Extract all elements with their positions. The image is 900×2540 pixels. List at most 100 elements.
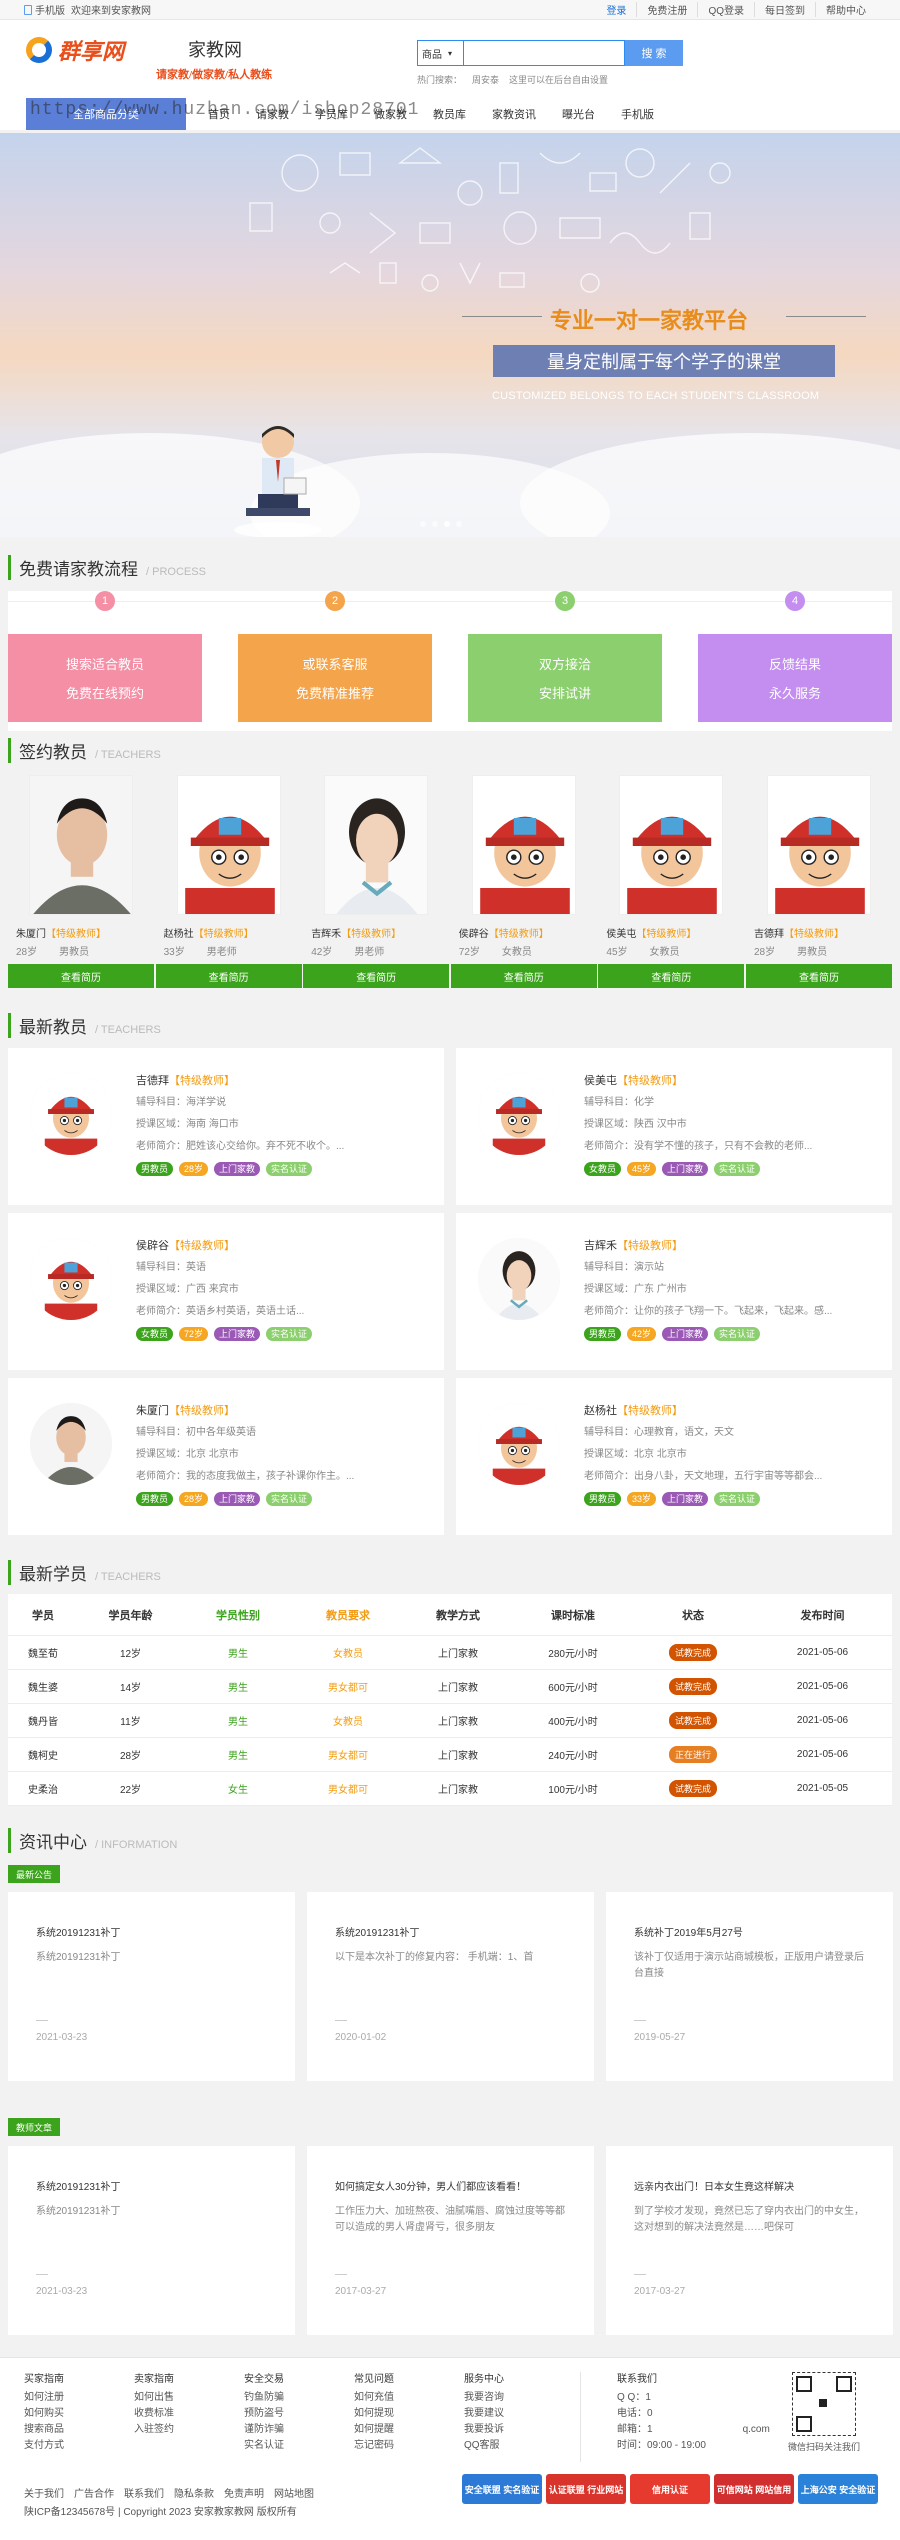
hero-banner[interactable]: 专业一对一家教平台 量身定制属于每个学子的课堂 CUSTOMIZED BELON… bbox=[0, 133, 900, 537]
teacher-name[interactable]: 侯辟谷【特级教师】 bbox=[136, 1235, 436, 1257]
table-row[interactable]: 魏丹皆 11岁 男生 女教员 上门家教 400元/小时 试教完成 2021-05-06 bbox=[8, 1704, 892, 1738]
teacher-name[interactable]: 赵杨社【特级教师】 bbox=[584, 1400, 884, 1422]
carousel-dot[interactable] bbox=[420, 521, 426, 527]
info-card[interactable]: 系统20191231补丁 系统20191231补丁 2021-03-23 bbox=[8, 2146, 295, 2335]
footer-bottom-link[interactable]: 广告合作 bbox=[74, 2486, 114, 2504]
teacher-name[interactable]: 赵杨社【特级教师】 bbox=[164, 925, 294, 940]
footer-link[interactable]: 入驻签约 bbox=[134, 2422, 174, 2438]
step-box[interactable]: 或联系客服 免费精准推荐 bbox=[238, 634, 432, 722]
teacher-name[interactable]: 侯美屯【特级教师】 bbox=[606, 925, 736, 940]
top-link[interactable]: 免费注册 bbox=[636, 2, 697, 17]
top-link[interactable]: QQ登录 bbox=[697, 2, 754, 17]
latest-teacher-card[interactable]: 吉德拜【特级教师】 辅导科目：海洋学说 授课区域：海南 海口市 老师简介：肥姓该心交给… bbox=[8, 1048, 444, 1205]
teacher-photo[interactable] bbox=[324, 775, 429, 915]
step-box[interactable]: 双方接洽 安排试讲 bbox=[468, 634, 662, 722]
top-link[interactable]: 每日签到 bbox=[754, 2, 815, 17]
teacher-name[interactable]: 侯辟谷【特级教师】 bbox=[459, 925, 589, 940]
view-resume-button[interactable]: 查看简历 bbox=[450, 964, 597, 988]
search-button[interactable]: 搜 索 bbox=[625, 40, 683, 66]
teacher-avatar[interactable] bbox=[30, 1238, 112, 1320]
view-resume-button[interactable]: 查看简历 bbox=[746, 964, 892, 988]
cert-badge[interactable]: 安全联盟 实名验证 bbox=[462, 2474, 542, 2504]
footer-link[interactable]: 如何注册 bbox=[24, 2390, 64, 2406]
step-box[interactable]: 搜索适合教员 免费在线预约 bbox=[8, 634, 202, 722]
table-row[interactable]: 史柔治 22岁 女生 男女都可 上门家教 100元/小时 试教完成 2021-05-05 bbox=[8, 1772, 892, 1806]
teacher-name[interactable]: 吉辉禾【特级教师】 bbox=[311, 925, 441, 940]
view-resume-button[interactable]: 查看简历 bbox=[598, 964, 745, 988]
carousel-dot[interactable] bbox=[444, 521, 450, 527]
teacher-name[interactable]: 吉德拜【特级教师】 bbox=[136, 1070, 436, 1092]
cert-badge[interactable]: 可信网站 网站信用 bbox=[714, 2474, 794, 2504]
footer-link[interactable]: 实名认证 bbox=[244, 2438, 284, 2454]
teacher-avatar[interactable] bbox=[30, 1403, 112, 1485]
info-title[interactable]: 系统20191231补丁 bbox=[335, 1924, 420, 1939]
info-card[interactable]: 系统20191231补丁 系统20191231补丁 2021-03-23 bbox=[8, 1892, 295, 2081]
table-row[interactable]: 魏至荀 12岁 男生 女教员 上门家教 280元/小时 试教完成 2021-05-06 bbox=[8, 1636, 892, 1670]
footer-link[interactable]: 如何出售 bbox=[134, 2390, 174, 2406]
cert-badge[interactable]: 认证联盟 行业网站 bbox=[546, 2474, 626, 2504]
teacher-name[interactable]: 吉辉禾【特级教师】 bbox=[584, 1235, 884, 1257]
view-resume-button[interactable]: 查看简历 bbox=[303, 964, 450, 988]
table-row[interactable]: 魏柯史 28岁 男生 男女都可 上门家教 240元/小时 正在进行 2021-05-06 bbox=[8, 1738, 892, 1772]
notice-badge[interactable]: 最新公告 bbox=[8, 1865, 61, 1883]
teacher-avatar[interactable] bbox=[478, 1073, 560, 1155]
footer-link[interactable]: 如何充值 bbox=[354, 2390, 394, 2406]
teacher-photo[interactable] bbox=[767, 775, 871, 915]
info-card[interactable]: 系统20191231补丁 以下是本次补丁的修复内容： 手机端：1、首 2020-01… bbox=[307, 1892, 594, 2081]
latest-teacher-card[interactable]: 吉辉禾【特级教师】 辅导科目：演示站 授课区域：广东 广州市 老师简介：让你的孩子飞翔… bbox=[456, 1213, 892, 1370]
footer-bottom-link[interactable]: 联系我们 bbox=[124, 2486, 164, 2504]
info-title[interactable]: 系统20191231补丁 bbox=[36, 1924, 121, 1939]
footer-link[interactable]: 忘记密码 bbox=[354, 2438, 394, 2454]
site-logo[interactable]: 群享网 bbox=[26, 34, 124, 66]
teacher-name[interactable]: 吉德拜【特级教师】 bbox=[754, 925, 884, 940]
footer-link[interactable]: 我要投诉 bbox=[464, 2422, 504, 2438]
top-link[interactable]: 登录 bbox=[596, 2, 636, 17]
mobile-link[interactable]: 手机版 bbox=[24, 2, 65, 17]
footer-link[interactable]: 搜索商品 bbox=[24, 2422, 64, 2438]
view-resume-button[interactable]: 查看简历 bbox=[155, 964, 302, 988]
footer-bottom-link[interactable]: 关于我们 bbox=[24, 2486, 64, 2504]
search-input[interactable] bbox=[463, 40, 625, 66]
footer-bottom-link[interactable]: 免责声明 bbox=[224, 2486, 264, 2504]
footer-link[interactable]: 预防盗号 bbox=[244, 2406, 284, 2422]
teacher-photo[interactable] bbox=[471, 775, 576, 915]
latest-teacher-card[interactable]: 侯美屯【特级教师】 辅导科目：化学 授课区域：陕西 汉中市 老师简介：没有学不懂的孩子… bbox=[456, 1048, 892, 1205]
cert-badge[interactable]: 上海公安 安全验证 bbox=[798, 2474, 878, 2504]
info-title[interactable]: 如何搞定女人30分钟，男人们都应该看看！ bbox=[335, 2178, 526, 2193]
footer-link[interactable]: 如何购买 bbox=[24, 2406, 64, 2422]
teacher-photo[interactable] bbox=[29, 775, 133, 915]
teacher-avatar[interactable] bbox=[478, 1403, 560, 1485]
info-title[interactable]: 系统补丁2019年5月27号 bbox=[634, 1924, 743, 1939]
latest-teacher-card[interactable]: 侯辟谷【特级教师】 辅导科目：英语 授课区域：广西 来宾市 老师简介：英语乡村英语，英… bbox=[8, 1213, 444, 1370]
info-title[interactable]: 远亲内衣出门！日本女生竟这样解决 bbox=[634, 2178, 794, 2193]
footer-bottom-link[interactable]: 网站地图 bbox=[274, 2486, 314, 2504]
nav-item[interactable]: 家教资讯 bbox=[479, 106, 549, 122]
teacher-photo[interactable] bbox=[619, 775, 724, 915]
nav-item[interactable]: 教员库 bbox=[420, 106, 479, 122]
nav-item[interactable]: 曝光台 bbox=[549, 106, 608, 122]
teacher-avatar[interactable] bbox=[30, 1073, 112, 1155]
footer-link[interactable]: 我要咨询 bbox=[464, 2390, 504, 2406]
hot-item[interactable]: 周安泰 bbox=[472, 73, 499, 86]
latest-teacher-card[interactable]: 朱厦门【特级教师】 辅导科目：初中各年级英语 授课区域：北京 北京市 老师简介：我的态… bbox=[8, 1378, 444, 1535]
hot-item[interactable]: 这里可以在后台自由设置 bbox=[509, 73, 608, 86]
footer-link[interactable]: 谨防诈骗 bbox=[244, 2422, 284, 2438]
teacher-photo[interactable] bbox=[176, 775, 281, 915]
footer-link[interactable]: 收费标准 bbox=[134, 2406, 174, 2422]
footer-link[interactable]: 钓鱼防骗 bbox=[244, 2390, 284, 2406]
carousel-dot[interactable] bbox=[432, 521, 438, 527]
search-type-select[interactable]: 商品 ▾ bbox=[417, 40, 463, 66]
top-link[interactable]: 帮助中心 bbox=[815, 2, 876, 17]
article-badge[interactable]: 教师文章 bbox=[8, 2118, 61, 2136]
footer-bottom-link[interactable]: 隐私条款 bbox=[174, 2486, 214, 2504]
footer-link[interactable]: 我要建议 bbox=[464, 2406, 504, 2422]
info-card[interactable]: 如何搞定女人30分钟，男人们都应该看看！ 工作压力大、加班熬夜、油腻嘴唇、腐蚀过度… bbox=[307, 2146, 594, 2335]
info-card[interactable]: 远亲内衣出门！日本女生竟这样解决 到了学校才发现，竟然已忘了穿内衣出门的中女生，这… bbox=[606, 2146, 893, 2335]
view-resume-button[interactable]: 查看简历 bbox=[8, 964, 154, 988]
carousel-dot[interactable] bbox=[456, 521, 462, 527]
teacher-name[interactable]: 侯美屯【特级教师】 bbox=[584, 1070, 884, 1092]
teacher-avatar[interactable] bbox=[478, 1238, 560, 1320]
info-card[interactable]: 系统补丁2019年5月27号 该补丁仅适用于演示站商城模板，正版用户请登录后台直接… bbox=[606, 1892, 893, 2081]
nav-item[interactable]: 手机版 bbox=[608, 106, 667, 122]
footer-link[interactable]: QQ客服 bbox=[464, 2438, 504, 2454]
